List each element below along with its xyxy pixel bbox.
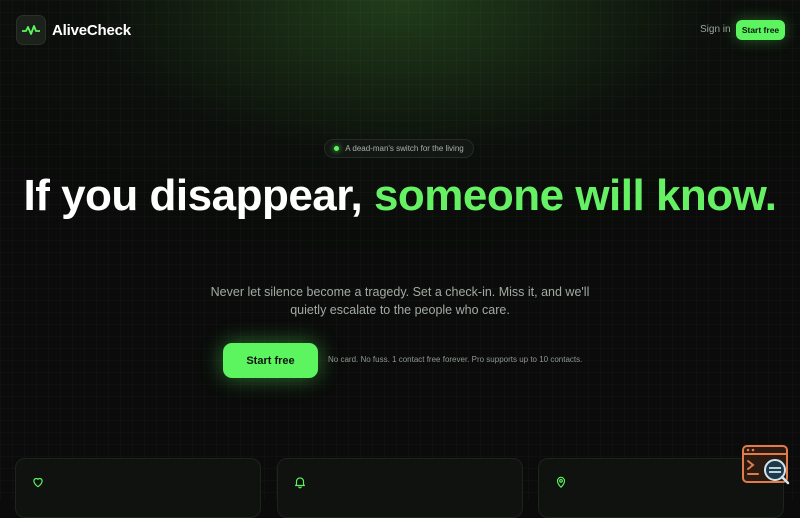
bell-icon	[295, 477, 305, 489]
background-grid	[0, 0, 800, 500]
nav-start-free-button[interactable]: Start free	[736, 20, 785, 40]
pulse-icon	[16, 15, 46, 45]
headline-white: If you disappear,	[23, 171, 363, 220]
heart-icon	[33, 477, 43, 488]
hero-badge: A dead-man's switch for the living	[324, 139, 474, 158]
hero-start-free-button[interactable]: Start free	[223, 343, 318, 378]
sign-in-link[interactable]: Sign in	[700, 24, 731, 35]
headline-green: someone will know.	[373, 171, 777, 220]
background-glow	[0, 0, 800, 500]
feature-card	[277, 458, 523, 518]
terminal-search-icon	[742, 445, 790, 485]
hero-headline: If you disappear, someone will know.	[0, 172, 800, 220]
brand-name: AliveCheck	[52, 21, 131, 39]
hero-subtitle: Never let silence become a tragedy. Set …	[210, 285, 590, 317]
top-nav: AliveCheck Sign in Start free	[0, 0, 800, 60]
brand-link[interactable]: AliveCheck	[16, 15, 131, 45]
debug-widget-button[interactable]	[742, 444, 790, 486]
map-pin-icon	[556, 476, 566, 488]
hero-badge-text: A dead-man's switch for the living	[345, 144, 464, 153]
status-dot-icon	[334, 146, 340, 151]
feature-card	[15, 458, 261, 518]
hero-note: No card. No fuss. 1 contact free forever…	[328, 355, 583, 364]
